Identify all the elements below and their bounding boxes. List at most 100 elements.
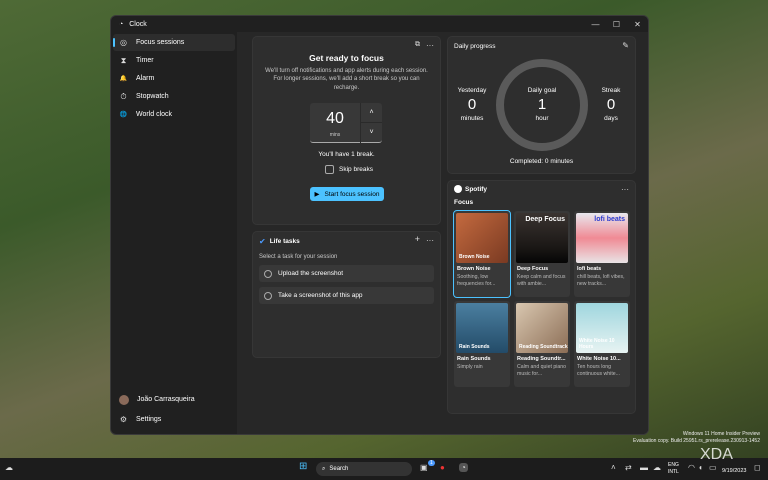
playlist-tile[interactable]: Rain Sounds Rain Sounds Simply rain <box>454 301 510 387</box>
yesterday-stat: Yesterday 0 minutes <box>450 87 494 122</box>
goal-label: Daily goal <box>527 87 557 94</box>
streak-label: Streak <box>601 87 621 94</box>
more-options-icon[interactable]: ··· <box>426 41 434 50</box>
tasks-title: Life tasks <box>269 238 300 245</box>
playlist-title: Brown Noise <box>457 266 491 272</box>
start-label: Start focus session <box>324 190 380 198</box>
start-button[interactable]: ⊞ <box>299 461 307 472</box>
settings-label: Settings <box>136 416 162 423</box>
language-indicator[interactable]: ENG INTL <box>668 462 679 475</box>
cover-text: Reading Soundtrack <box>519 344 568 350</box>
streak-value: 0 <box>606 96 616 113</box>
playlist-title: Reading Soundtr... <box>517 356 566 362</box>
more-options-icon[interactable]: ··· <box>426 236 434 245</box>
increment-button[interactable]: ˄ <box>360 103 382 123</box>
sidebar-item-timer[interactable]: ⧗ Timer <box>113 52 235 69</box>
focus-description: We'll turn off notifications and app ale… <box>265 68 428 91</box>
sidebar-item-stopwatch[interactable]: ⏱ Stopwatch <box>113 88 235 105</box>
user-account[interactable]: João Carrasqueira <box>113 390 235 409</box>
settings-tray-icon[interactable]: ⇄ <box>625 463 632 472</box>
sidebar-item-world-clock[interactable]: 🌐 World clock <box>113 106 235 123</box>
playlist-title: lofi beats <box>577 266 602 272</box>
goal-stat: Daily goal 1 hour <box>513 87 571 122</box>
sidebar-item-label: Focus sessions <box>136 39 185 46</box>
more-options-icon[interactable]: ··· <box>621 185 629 194</box>
volume-icon[interactable]: ◖ <box>698 463 703 472</box>
search-box[interactable]: ⌕ Search <box>316 462 412 476</box>
task-item[interactable]: Upload the screenshot <box>259 265 434 282</box>
radio-icon <box>264 269 272 278</box>
focus-card: ⧉ ··· Get ready to focus We'll turn off … <box>252 36 441 225</box>
minutes-unit: mins <box>329 132 341 138</box>
add-task-icon[interactable]: + <box>415 234 420 244</box>
tasks-prompt: Select a task for your session <box>259 254 338 260</box>
cover-text: Rain Sounds <box>459 344 490 350</box>
title-bar: ◔ Clock — ☐ ✕ <box>111 16 648 32</box>
cover-text: lofi beats <box>594 216 625 223</box>
playlist-title: Rain Sounds <box>457 356 491 362</box>
sidebar-item-focus-sessions[interactable]: ◎ Focus sessions <box>113 34 235 51</box>
playlist-title: Deep Focus <box>517 266 549 272</box>
breaks-info: You'll have 1 break. <box>318 151 375 158</box>
edit-icon[interactable]: ✎ <box>622 41 629 50</box>
notification-badge: 1 <box>428 460 435 466</box>
sidebar-item-label: World clock <box>136 111 173 118</box>
onedrive-icon[interactable]: ☁ <box>653 463 661 472</box>
clock-app-taskbar-icon[interactable]: ◔ <box>459 463 468 472</box>
weather-icon[interactable]: ☁ <box>5 463 13 472</box>
tray-app-icon[interactable]: ▬ <box>640 463 648 472</box>
playlist-cover: lofi beats <box>576 213 628 263</box>
watermark-line2: Evaluation copy. Build 25951.rs_prerelea… <box>633 437 760 444</box>
decrement-button[interactable]: ˅ <box>360 123 382 143</box>
playlist-description: Calm and quiet piano music for... <box>517 364 567 377</box>
playlist-tile[interactable]: Brown Noise Brown Noise Soothing, low fr… <box>453 210 511 298</box>
lang-line2: INTL <box>668 468 679 475</box>
goal-value: 1 <box>537 96 547 113</box>
minutes-stepper[interactable]: 40 mins ˄ ˅ <box>310 103 382 143</box>
completed-text: Completed: 0 minutes <box>509 158 574 165</box>
sidebar-item-alarm[interactable]: 🔔 Alarm <box>113 70 235 87</box>
playlist-cover: Rain Sounds <box>456 303 508 353</box>
task-item[interactable]: Take a screenshot of this app <box>259 287 434 304</box>
globe-icon: 🌐 <box>119 112 128 118</box>
battery-icon[interactable]: ▭ <box>709 463 717 472</box>
xda-logo: XDA <box>700 446 733 463</box>
close-button[interactable]: ✕ <box>627 20 648 29</box>
playlist-tile[interactable]: lofi beats lofi beats chill beats, lofi … <box>574 211 630 297</box>
minimize-button[interactable]: — <box>585 20 606 29</box>
streak-stat: Streak 0 days <box>589 87 633 122</box>
cover-text: Brown Noise <box>459 254 490 260</box>
radio-icon <box>264 291 272 300</box>
playlist-tile[interactable]: White Noise 10 Hours White Noise 10... T… <box>574 301 630 387</box>
focus-icon: ◎ <box>120 38 127 47</box>
teams-icon[interactable]: ▣ <box>420 463 428 472</box>
sidebar-item-settings[interactable]: ⚙ Settings <box>113 410 235 429</box>
playlist-description: Ten hours long continuous white... <box>577 364 620 377</box>
minutes-value: 40 <box>326 110 344 127</box>
focus-title: Get ready to focus <box>309 53 384 63</box>
window-title: Clock <box>129 20 147 28</box>
playlist-description: Simply rain <box>457 364 483 370</box>
skip-breaks-checkbox[interactable]: Skip breaks <box>325 165 373 174</box>
user-name: João Carrasqueira <box>137 396 195 403</box>
playlist-description: Soothing, low frequencies for... <box>457 274 496 287</box>
compact-mode-icon[interactable]: ⧉ <box>415 41 420 49</box>
chevron-up-icon[interactable]: ˄ <box>611 463 616 472</box>
playlist-description: chill beats, lofi vibes, new tracks... <box>577 274 625 287</box>
vivaldi-icon[interactable]: ● <box>440 463 445 472</box>
yesterday-unit: minutes <box>460 115 484 122</box>
playlist-tile[interactable]: Reading Soundtrack Reading Soundtr... Ca… <box>514 301 570 387</box>
notification-bell-icon[interactable]: ◻ <box>754 463 761 472</box>
cover-text: Deep Focus <box>525 216 565 223</box>
search-label: Search <box>329 466 349 472</box>
playlist-tile[interactable]: Deep Focus Deep Focus Keep calm and focu… <box>514 211 570 297</box>
start-focus-button[interactable]: ▶ Start focus session <box>310 187 384 201</box>
playlist-cover: Deep Focus <box>516 213 568 263</box>
spotify-logo-icon <box>454 185 462 193</box>
wifi-icon[interactable]: ◠ <box>688 463 695 472</box>
date-label[interactable]: 9/19/2023 <box>722 468 746 474</box>
playlist-title: White Noise 10... <box>577 356 621 362</box>
playlist-description: Keep calm and focus with ambie... <box>517 274 566 287</box>
maximize-button[interactable]: ☐ <box>606 20 627 29</box>
avatar <box>119 394 129 405</box>
